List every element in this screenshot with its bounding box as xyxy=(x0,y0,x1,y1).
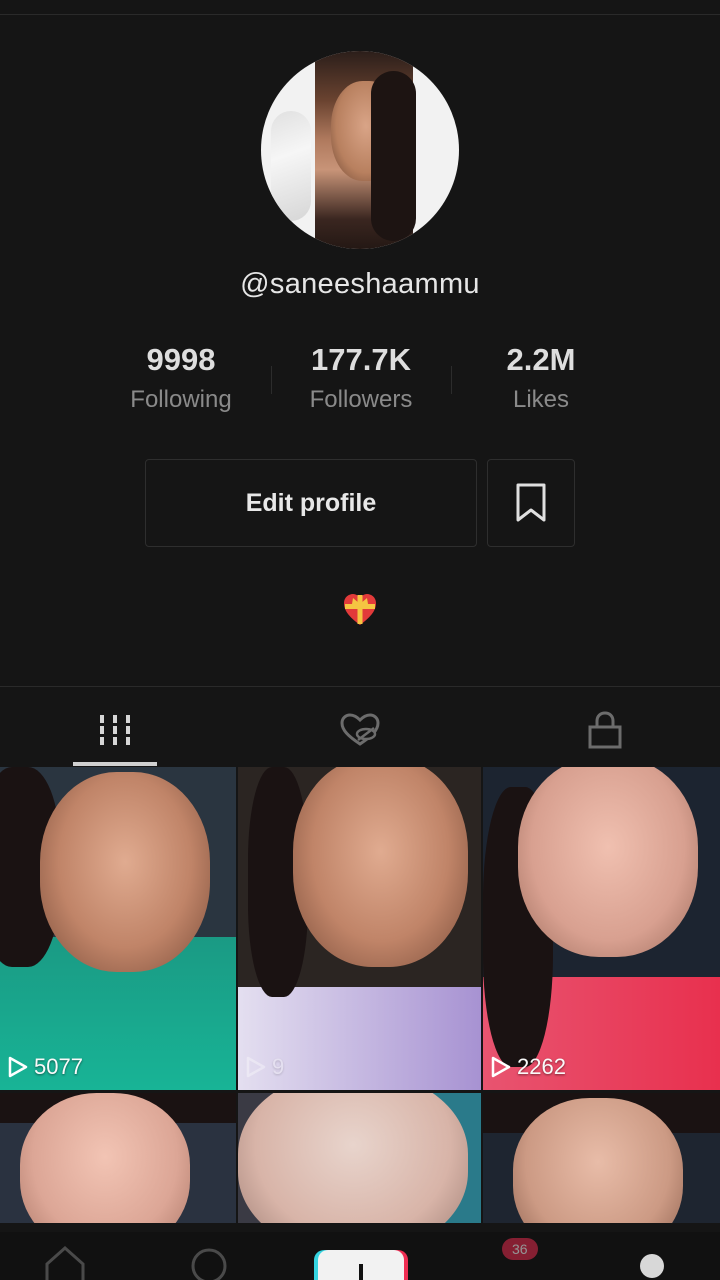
view-count-text: 9 xyxy=(272,1054,285,1079)
video-face xyxy=(238,1093,468,1223)
stat-following[interactable]: 9998 Following xyxy=(91,338,271,428)
view-count: 9 xyxy=(246,1054,284,1080)
status-divider xyxy=(0,14,720,15)
profile-screen: @saneeshaammu 9998 Following 177.7K Foll… xyxy=(0,0,720,1280)
lock-icon xyxy=(588,711,622,749)
video-thumbnail[interactable] xyxy=(0,1093,236,1223)
grid-bars-icon xyxy=(100,715,130,745)
search-icon xyxy=(191,1248,227,1280)
stat-divider xyxy=(271,366,272,394)
video-grid: 5077 9 2262 xyxy=(0,767,720,1227)
inbox-badge: 36 xyxy=(502,1238,538,1260)
stats-row: 9998 Following 177.7K Followers 2.2M Lik… xyxy=(91,338,631,428)
video-face xyxy=(513,1098,683,1223)
video-thumbnail[interactable] xyxy=(483,1093,720,1223)
avatar[interactable] xyxy=(261,51,459,249)
bookmark-icon xyxy=(516,483,546,522)
tab-private[interactable] xyxy=(565,700,645,760)
heart-hidden-icon xyxy=(340,713,380,746)
following-label: Following xyxy=(130,386,232,413)
view-count: 5077 xyxy=(8,1054,83,1080)
edit-profile-button[interactable]: Edit profile xyxy=(145,459,477,547)
username: @saneeshaammu xyxy=(240,268,480,300)
create-plus-icon xyxy=(359,1264,363,1280)
avatar-hair xyxy=(371,71,416,241)
nav-discover[interactable] xyxy=(180,1242,240,1280)
following-count: 9998 xyxy=(146,342,216,377)
tab-videos[interactable] xyxy=(75,700,155,760)
likes-count: 2.2M xyxy=(506,342,576,377)
heart-gift-icon xyxy=(342,592,378,628)
video-thumbnail[interactable]: 9 xyxy=(238,767,481,1090)
likes-label: Likes xyxy=(512,386,570,413)
play-icon xyxy=(246,1056,266,1078)
video-face xyxy=(40,772,210,972)
create-plus-button[interactable] xyxy=(318,1250,404,1280)
profile-icon xyxy=(640,1254,664,1278)
video-face xyxy=(293,767,468,967)
video-face xyxy=(518,767,698,957)
stat-likes[interactable]: 2.2M Likes xyxy=(451,338,631,428)
followers-count: 177.7K xyxy=(311,342,411,377)
tabs-divider xyxy=(0,686,720,687)
view-count-text: 5077 xyxy=(34,1054,83,1079)
view-count-text: 2262 xyxy=(517,1054,566,1079)
home-icon xyxy=(45,1245,85,1280)
avatar-background xyxy=(271,111,311,221)
stat-followers[interactable]: 177.7K Followers xyxy=(271,338,451,428)
stat-divider xyxy=(451,366,452,394)
bottom-navigation: 36 xyxy=(0,1232,720,1280)
favorites-button[interactable] xyxy=(487,459,575,547)
nav-home[interactable] xyxy=(35,1242,95,1280)
followers-label: Followers xyxy=(309,386,413,413)
video-face xyxy=(20,1093,190,1223)
view-count: 2262 xyxy=(491,1054,566,1080)
play-icon xyxy=(491,1056,511,1078)
video-thumbnail[interactable]: 2262 xyxy=(483,767,720,1090)
active-tab-indicator xyxy=(73,762,157,766)
video-thumbnail[interactable] xyxy=(238,1093,481,1223)
nav-profile[interactable] xyxy=(622,1242,682,1280)
video-thumbnail[interactable]: 5077 xyxy=(0,767,236,1090)
tab-liked[interactable] xyxy=(320,700,400,760)
play-icon xyxy=(8,1056,28,1078)
